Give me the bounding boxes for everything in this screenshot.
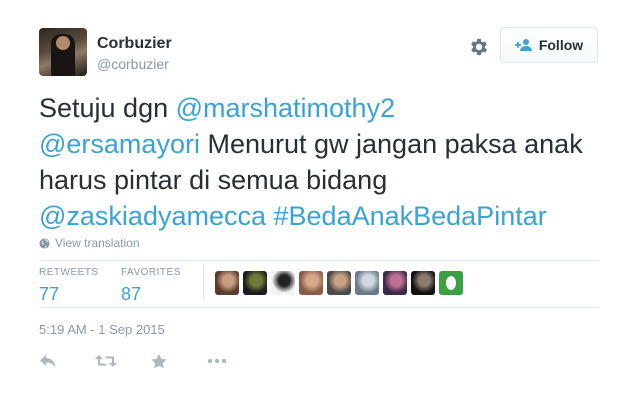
more-icon bbox=[207, 358, 227, 364]
tweet-text: Setuju dgn @marshatimothy2 @ersamayori Me… bbox=[39, 90, 609, 234]
favorite-icon bbox=[151, 353, 167, 368]
tweet-text-segment: Setuju dgn bbox=[39, 93, 176, 123]
retweets-count: 77 bbox=[39, 284, 60, 304]
view-translation-link[interactable]: View translation bbox=[39, 236, 140, 250]
favoriter-avatar-8[interactable] bbox=[411, 271, 435, 295]
favoriter-avatar-3[interactable] bbox=[271, 271, 295, 295]
tweet-timestamp[interactable]: 5:19 AM - 1 Sep 2015 bbox=[39, 322, 165, 337]
view-translation-label: View translation bbox=[55, 236, 140, 250]
more-button[interactable] bbox=[207, 350, 263, 372]
globe-icon bbox=[39, 237, 50, 249]
favoriter-avatar-1[interactable] bbox=[215, 271, 239, 295]
mention-link[interactable]: @marshatimothy2 bbox=[176, 93, 395, 123]
gear-icon[interactable] bbox=[468, 36, 490, 58]
add-user-icon bbox=[514, 39, 532, 51]
favoriter-avatar-2[interactable] bbox=[243, 271, 267, 295]
stats-separator bbox=[203, 263, 204, 301]
reply-button[interactable] bbox=[39, 350, 95, 372]
tweet-actions bbox=[39, 350, 263, 372]
follow-button[interactable]: Follow bbox=[500, 27, 598, 63]
follow-button-label: Follow bbox=[538, 37, 584, 53]
retweets-label: RETWEETS bbox=[39, 267, 99, 278]
user-username[interactable]: @corbuzier bbox=[97, 56, 169, 72]
favoriters-list bbox=[215, 271, 463, 295]
leaf-icon bbox=[446, 276, 456, 290]
hashtag-link[interactable]: #BedaAnakBedaPintar bbox=[274, 201, 547, 231]
retweet-button[interactable] bbox=[95, 350, 151, 372]
favorites-count: 87 bbox=[121, 284, 142, 304]
favorites-label: FAVORITES bbox=[121, 267, 181, 278]
mention-link[interactable]: @ersamayori bbox=[39, 129, 200, 159]
favoriter-avatar-9[interactable] bbox=[439, 271, 463, 295]
mention-link[interactable]: @zaskiadyamecca bbox=[39, 201, 266, 231]
reply-icon bbox=[40, 355, 56, 367]
divider-top bbox=[39, 260, 599, 261]
avatar-face bbox=[56, 36, 70, 50]
favorite-button[interactable] bbox=[151, 350, 207, 372]
favorites-stat[interactable]: FAVORITES 87 bbox=[121, 267, 181, 305]
tweet-text-segment bbox=[266, 201, 274, 231]
favoriter-avatar-4[interactable] bbox=[299, 271, 323, 295]
user-fullname[interactable]: Corbuzier bbox=[97, 35, 172, 53]
retweet-icon bbox=[95, 355, 117, 367]
retweets-stat[interactable]: RETWEETS 77 bbox=[39, 267, 99, 305]
favoriter-avatar-7[interactable] bbox=[383, 271, 407, 295]
divider-bottom bbox=[39, 307, 599, 308]
user-avatar[interactable] bbox=[39, 28, 87, 76]
favoriter-avatar-5[interactable] bbox=[327, 271, 351, 295]
favoriter-avatar-6[interactable] bbox=[355, 271, 379, 295]
